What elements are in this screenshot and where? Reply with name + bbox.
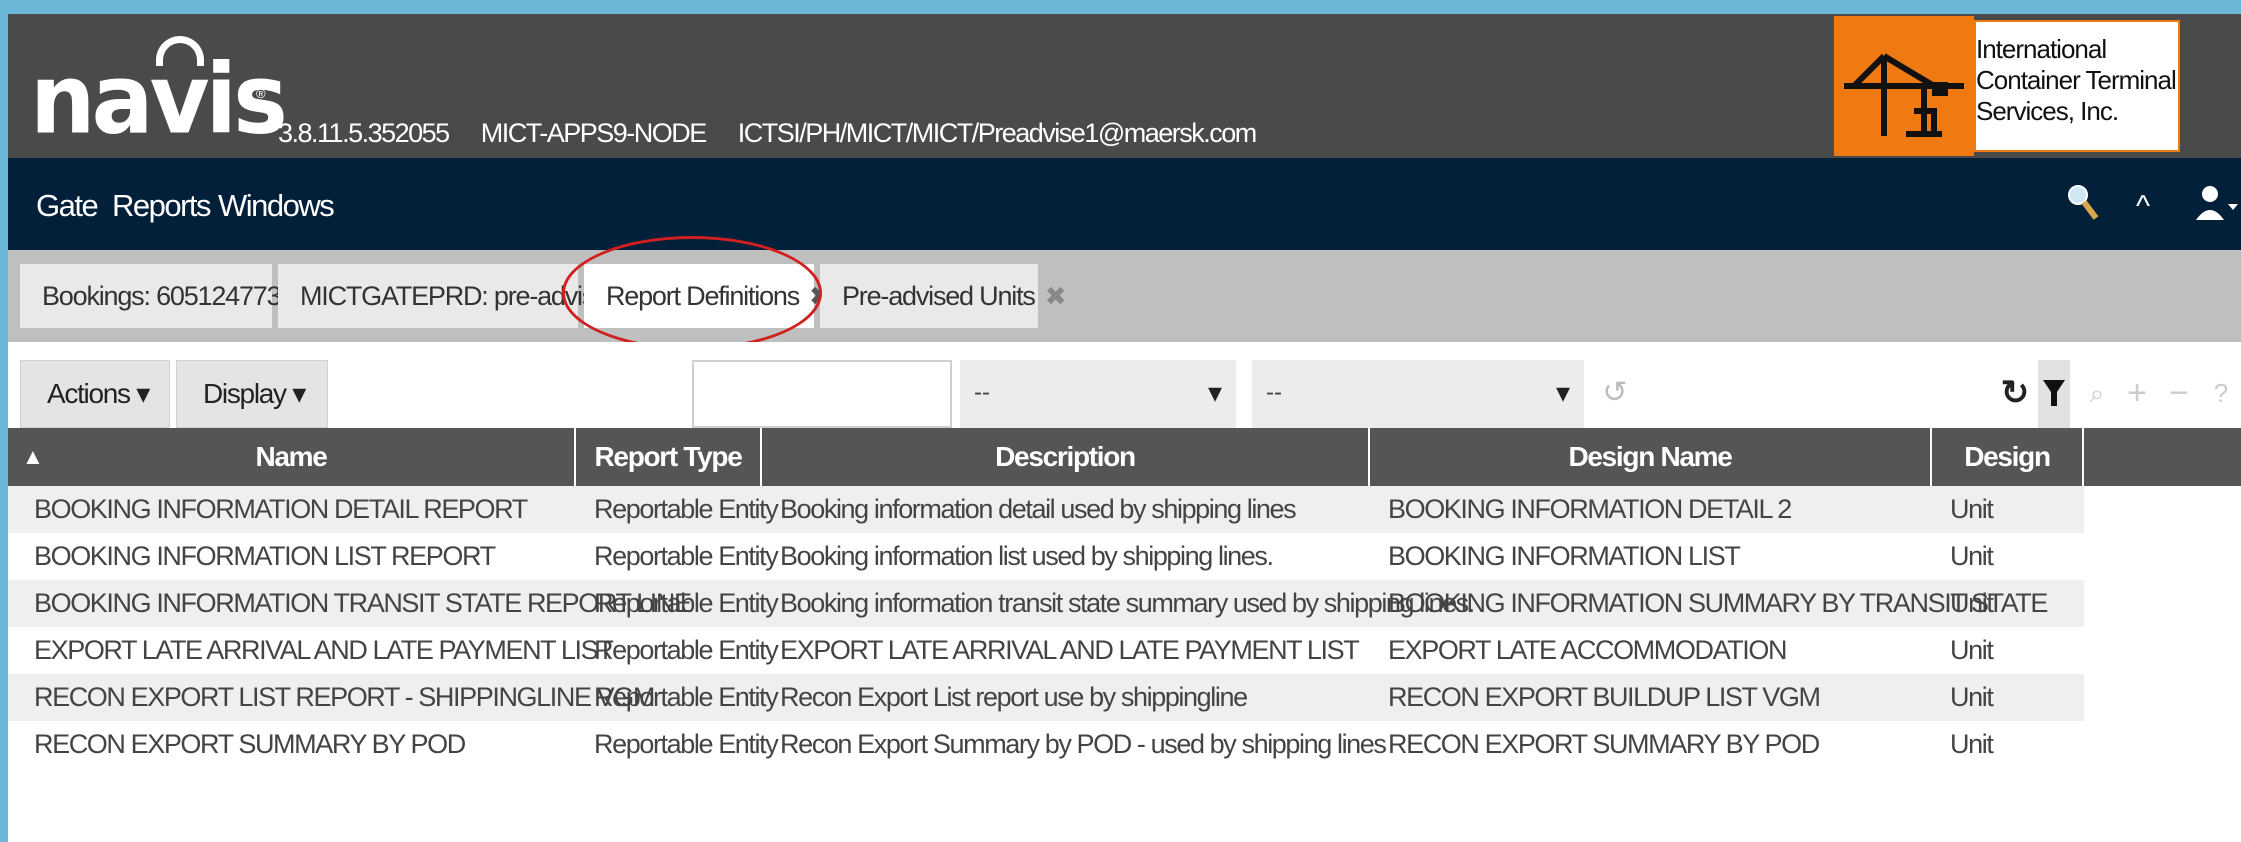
column-header-design-entity[interactable]: Design Entity bbox=[1932, 428, 2084, 530]
cell-design-name: RECON EXPORT BUILDUP LIST VGM bbox=[1388, 682, 1821, 712]
cell-design-entity: Unit bbox=[1950, 588, 1994, 618]
filter-select-2[interactable]: -- ▾ bbox=[1252, 360, 1584, 428]
cell-description: Recon Export List report use by shipping… bbox=[780, 682, 1248, 712]
tab-label: Pre-advised Units bbox=[842, 281, 1036, 311]
cell-name: BOOKING INFORMATION TRANSIT STATE REPORT… bbox=[34, 588, 692, 618]
cell-name: EXPORT LATE ARRIVAL AND LATE PAYMENT LIS… bbox=[34, 635, 614, 665]
column-label: Name bbox=[255, 441, 327, 472]
user-icon[interactable] bbox=[2194, 182, 2238, 231]
user-path-label: ICTSI/PH/MICT/MICT/Preadvise1@maersk.com bbox=[737, 118, 1258, 148]
table-row[interactable]: EXPORT LATE ARRIVAL AND LATE PAYMENT LIS… bbox=[8, 627, 2084, 674]
caret-down-icon: ▾ bbox=[1207, 377, 1222, 408]
table-row[interactable]: BOOKING INFORMATION TRANSIT STATE REPORT… bbox=[8, 580, 2084, 627]
cell-design-name: BOOKING INFORMATION DETAIL 2 bbox=[1388, 494, 1792, 524]
column-header-design-name[interactable]: Design Name bbox=[1370, 428, 1932, 486]
refresh-icon[interactable]: ↻ bbox=[1998, 360, 2032, 428]
cell-report-type: Reportable Entity bbox=[594, 682, 779, 712]
tab-pre-advised-units[interactable]: Pre-advised Units ✖ bbox=[820, 264, 1066, 328]
filter-select-1[interactable]: -- ▾ bbox=[960, 360, 1236, 428]
tab-label: Bookings: 605124773 bbox=[42, 281, 282, 311]
toolbar: Actions ▾ Display ▾ -- ▾ -- ▾ ↺ ↻ ⌕ + − … bbox=[8, 342, 2241, 438]
chevron-up-icon[interactable]: ^ bbox=[2136, 190, 2150, 224]
column-header-report-type[interactable]: Report Type bbox=[576, 428, 762, 486]
cell-design-entity: Unit bbox=[1950, 729, 1994, 759]
ictsi-crane-mark bbox=[1834, 16, 1974, 156]
ictsi-company-name: International Container Terminal Service… bbox=[1976, 34, 2177, 126]
column-header-description[interactable]: Description bbox=[762, 428, 1370, 486]
close-icon[interactable]: ✖ bbox=[1045, 281, 1067, 311]
cell-report-type: Reportable Entity bbox=[594, 494, 779, 524]
tab-strip: Bookings: 605124773✖ MICTGATEPRD: pre-ad… bbox=[8, 250, 2241, 342]
cell-report-type: Reportable Entity bbox=[594, 635, 779, 665]
table-row[interactable]: RECON EXPORT SUMMARY BY POD Reportable E… bbox=[8, 721, 2084, 768]
node-label: MICT-APPS9-NODE bbox=[480, 118, 708, 148]
filter-select-2-value: -- bbox=[1266, 379, 1282, 406]
cell-name: BOOKING INFORMATION DETAIL REPORT bbox=[34, 494, 528, 524]
registered-mark: ® bbox=[256, 86, 266, 101]
highlight-circle bbox=[562, 236, 822, 350]
table-row[interactable]: BOOKING INFORMATION LIST REPORT Reportab… bbox=[8, 533, 2084, 580]
table-row[interactable]: BOOKING INFORMATION DETAIL REPORT Report… bbox=[8, 486, 2084, 533]
cell-design-name: RECON EXPORT SUMMARY BY POD bbox=[1388, 729, 1820, 759]
actions-button[interactable]: Actions ▾ bbox=[20, 360, 170, 428]
add-icon[interactable]: + bbox=[2120, 360, 2154, 428]
version-label: 3.8.11.5.352055 bbox=[278, 118, 450, 148]
tab-mictgateprd[interactable]: MICTGATEPRD: pre-advise✖ bbox=[278, 264, 640, 328]
cell-design-entity: Unit bbox=[1950, 541, 1994, 571]
cell-description: Booking information transit state summar… bbox=[780, 588, 1475, 618]
cell-description: Booking information list used by shippin… bbox=[780, 541, 1274, 571]
logo-text: navis bbox=[30, 43, 288, 156]
cell-design-entity: Unit bbox=[1950, 635, 1994, 665]
table-row[interactable]: RECON EXPORT LIST REPORT - SHIPPINGLINE … bbox=[8, 674, 2084, 721]
app-header: navis ® 3.8.11.5.352055 MICT-APPS9-NODE … bbox=[8, 14, 2241, 158]
display-label: Display bbox=[203, 378, 287, 409]
cell-name: RECON EXPORT SUMMARY BY POD bbox=[34, 729, 466, 759]
menu-windows[interactable]: Windows bbox=[218, 188, 335, 224]
header-info: 3.8.11.5.352055 MICT-APPS9-NODE ICTSI/PH… bbox=[278, 118, 1282, 149]
menu-reports[interactable]: Reports bbox=[112, 188, 212, 224]
filter-select-1-value: -- bbox=[974, 379, 990, 406]
cell-design-name: BOOKING INFORMATION LIST bbox=[1388, 541, 1741, 571]
ictsi-logo: International Container Terminal Service… bbox=[1834, 16, 2186, 156]
tab-bookings[interactable]: Bookings: 605124773✖ bbox=[20, 264, 312, 328]
menu-bar: Gate Reports Windows ^ bbox=[8, 158, 2241, 250]
display-button[interactable]: Display ▾ bbox=[176, 360, 328, 428]
cell-description: EXPORT LATE ARRIVAL AND LATE PAYMENT LIS… bbox=[780, 635, 1360, 665]
search-icon[interactable] bbox=[2066, 182, 2100, 231]
cell-design-name: BOOKING INFORMATION SUMMARY BY TRANSIT S… bbox=[1388, 588, 2048, 618]
zoom-icon[interactable]: ⌕ bbox=[2080, 360, 2114, 428]
help-icon[interactable]: ? bbox=[2204, 360, 2238, 428]
cell-design-entity: Unit bbox=[1950, 682, 1994, 712]
cell-report-type: Reportable Entity bbox=[594, 588, 779, 618]
search-input[interactable] bbox=[692, 360, 952, 428]
remove-icon[interactable]: − bbox=[2162, 360, 2196, 428]
filter-icon[interactable] bbox=[2038, 360, 2070, 428]
caret-down-icon: ▾ bbox=[1555, 377, 1570, 408]
sort-ascending-icon: ▲ bbox=[22, 444, 44, 469]
cell-report-type: Reportable Entity bbox=[594, 729, 779, 759]
column-header-name[interactable]: ▲ Name bbox=[8, 428, 576, 486]
app-window: navis ® 3.8.11.5.352055 MICT-APPS9-NODE … bbox=[8, 14, 2241, 842]
cell-description: Booking information detail used by shipp… bbox=[780, 494, 1297, 524]
cell-description: Recon Export Summary by POD - used by sh… bbox=[780, 729, 1387, 759]
cell-name: BOOKING INFORMATION LIST REPORT bbox=[34, 541, 496, 571]
table-header: ▲ Name Report Type Description Design Na… bbox=[8, 428, 2241, 530]
cell-report-type: Reportable Entity bbox=[594, 541, 779, 571]
menu-gate[interactable]: Gate bbox=[36, 188, 99, 224]
reset-icon[interactable]: ↺ bbox=[1598, 360, 1632, 428]
actions-label: Actions bbox=[47, 378, 131, 409]
cell-name: RECON EXPORT LIST REPORT - SHIPPINGLINE … bbox=[34, 682, 655, 712]
cell-design-entity: Unit bbox=[1950, 494, 1994, 524]
cell-design-name: EXPORT LATE ACCOMMODATION bbox=[1388, 635, 1787, 665]
